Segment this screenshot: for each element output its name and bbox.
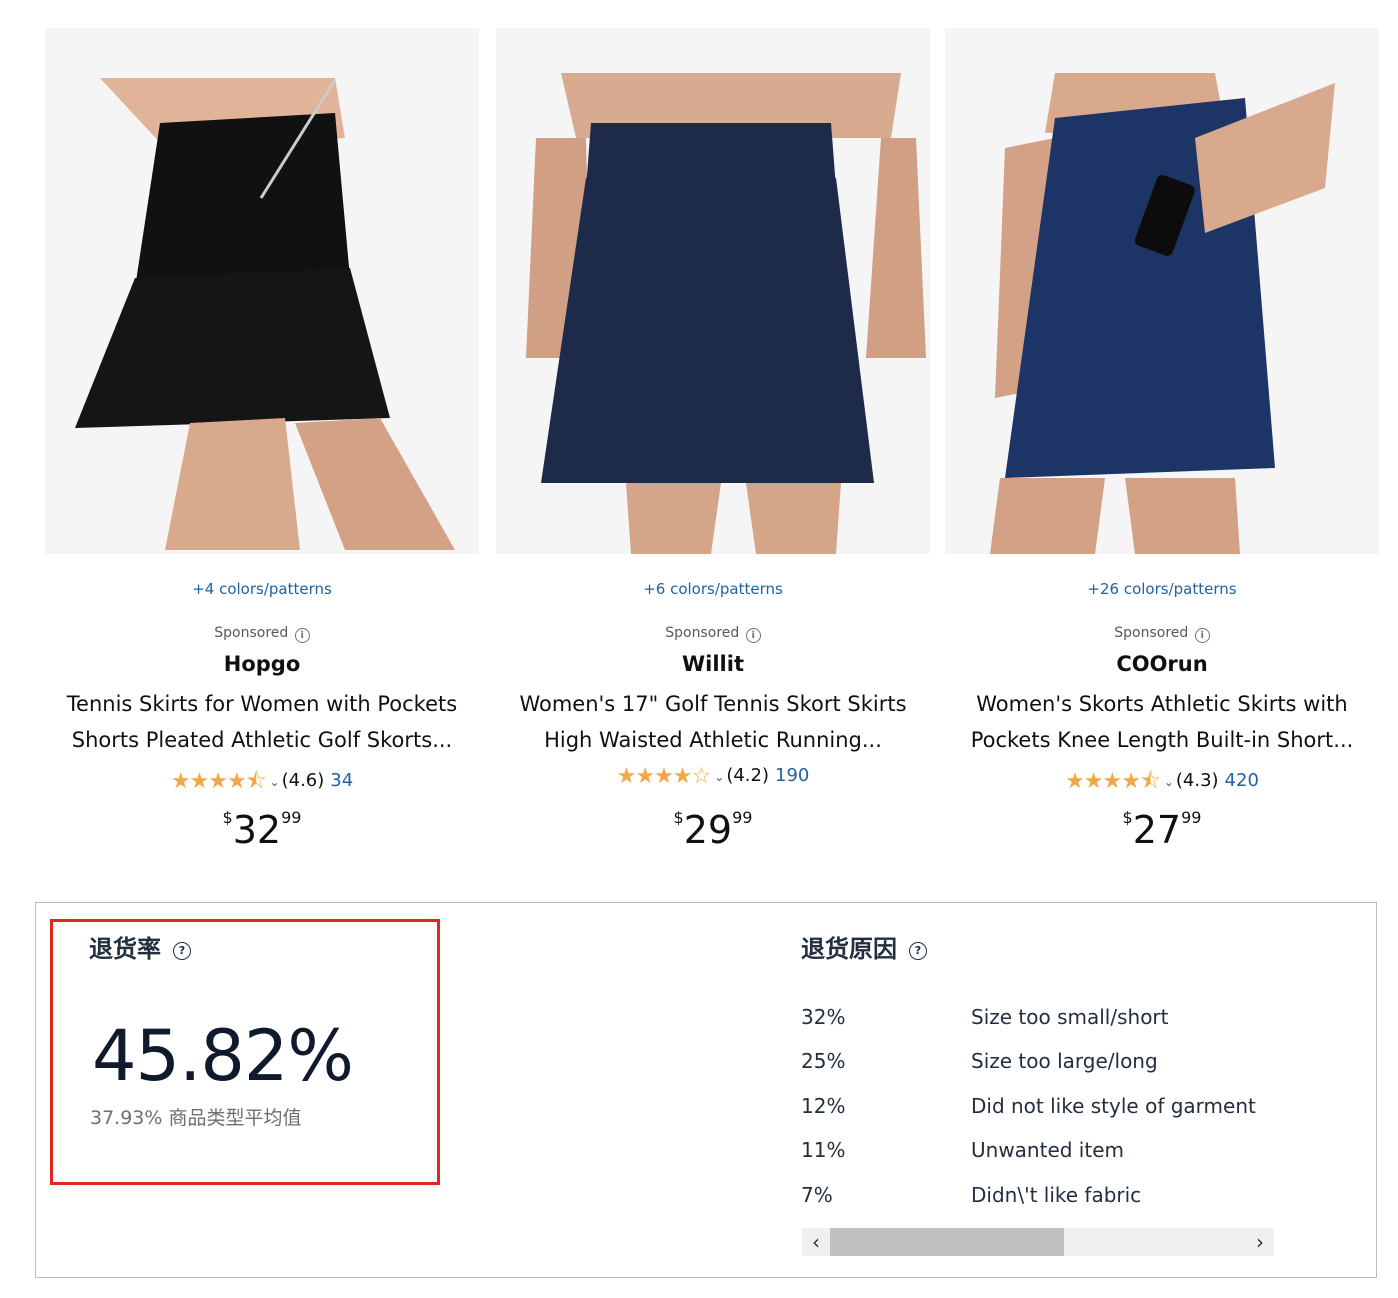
color-options-link[interactable]: +26 colors/patterns [945, 580, 1379, 598]
chevron-down-icon[interactable]: ⌄ [270, 775, 280, 789]
chevron-down-icon[interactable]: ⌄ [714, 770, 724, 784]
return-reasons-title: 退货原因? [801, 929, 927, 964]
return-rate-average: 37.93% 商品类型平均值 [90, 1103, 302, 1130]
price-fraction: 99 [1181, 808, 1202, 827]
product-brand: COOrun [1116, 652, 1208, 676]
price-fraction: 99 [732, 808, 753, 827]
product-card-1[interactable]: +4 colors/patterns Sponsored i Hopgo Ten… [45, 28, 479, 852]
sponsored-label: Sponsored i [496, 625, 930, 643]
product-title[interactable]: Women's Skorts Athletic Skirts with Pock… [953, 686, 1371, 758]
product-rating: ★★★★⯪ ⌄ (4.3) 420 [945, 764, 1379, 802]
product-card-2[interactable]: +6 colors/patterns Sponsored i Willit Wo… [496, 28, 930, 852]
reason-row: 12% Did not like style of garment [801, 1094, 1256, 1118]
product-title[interactable]: Tennis Skirts for Women with Pockets Sho… [53, 686, 471, 758]
price-symbol: $ [1122, 808, 1133, 827]
product-title[interactable]: Women's 17" Golf Tennis Skort Skirts Hig… [504, 686, 922, 758]
reason-percent: 12% [801, 1094, 846, 1118]
reason-text: Size too large/long [971, 1049, 1158, 1073]
return-rate-value: 45.82% [92, 1015, 354, 1097]
question-circle-icon[interactable]: ? [909, 942, 927, 960]
info-icon[interactable]: i [745, 628, 761, 643]
product-image[interactable] [945, 28, 1379, 554]
product-price: $2999 [496, 808, 930, 852]
return-rate-title-text: 退货率 [89, 935, 161, 963]
price-whole: 29 [683, 808, 733, 852]
return-reasons-title-text: 退货原因 [801, 935, 897, 963]
reason-percent: 25% [801, 1049, 846, 1073]
color-options-link[interactable]: +6 colors/patterns [496, 580, 930, 598]
review-count-link[interactable]: 190 [775, 765, 809, 786]
question-circle-icon[interactable]: ? [173, 942, 191, 960]
product-rating: ★★★★⯪ ⌄ (4.6) 34 [45, 764, 479, 802]
skirt-illustration [45, 28, 479, 554]
average-label: 商品类型平均值 [168, 1107, 302, 1129]
price-fraction: 99 [281, 808, 302, 827]
reason-percent: 7% [801, 1183, 833, 1207]
price-symbol: $ [673, 808, 684, 827]
sponsored-label: Sponsored i [945, 625, 1379, 643]
reason-row: 7% Didn\'t like fabric [801, 1183, 1141, 1207]
product-title-line2[interactable]: Shorts Pleated Athletic Golf Skorts... [53, 722, 471, 758]
product-title-line2[interactable]: High Waisted Athletic Running... [504, 722, 922, 758]
star-rating-icon[interactable]: ★★★★☆ [617, 764, 712, 789]
reason-text: Didn\'t like fabric [971, 1183, 1142, 1207]
product-image[interactable] [45, 28, 479, 554]
chevron-down-icon[interactable]: ⌄ [1164, 775, 1174, 789]
reason-row: 11% Unwanted item [801, 1138, 1124, 1162]
reason-text: Size too small/short [971, 1005, 1169, 1029]
skirt-illustration [496, 28, 930, 554]
product-title-line1[interactable]: Tennis Skirts for Women with Pockets [53, 686, 471, 722]
skirt-illustration [945, 28, 1379, 554]
reason-text: Did not like style of garment [971, 1094, 1256, 1118]
reason-row: 32% Size too small/short [801, 1005, 1169, 1029]
horizontal-scrollbar[interactable]: ‹ › [802, 1228, 1274, 1256]
chevron-left-icon[interactable]: ‹ [802, 1228, 830, 1256]
info-icon[interactable]: i [294, 628, 310, 643]
return-stats-panel: 退货率? 45.82% 37.93% 商品类型平均值 退货原因? 32% Size… [35, 902, 1377, 1278]
product-card-3[interactable]: +26 colors/patterns Sponsored i COOrun W… [945, 28, 1379, 852]
price-whole: 27 [1132, 808, 1182, 852]
product-title-line1[interactable]: Women's Skorts Athletic Skirts with [953, 686, 1371, 722]
product-title-line1[interactable]: Women's 17" Golf Tennis Skort Skirts [504, 686, 922, 722]
sponsored-label: Sponsored i [45, 625, 479, 643]
star-rating-icon[interactable]: ★★★★⯪ [1065, 769, 1161, 794]
product-title-line2[interactable]: Pockets Knee Length Built-in Short... [953, 722, 1371, 758]
reason-row: 25% Size too large/long [801, 1049, 1158, 1073]
reason-percent: 11% [801, 1138, 846, 1162]
review-count-link[interactable]: 34 [330, 770, 353, 791]
price-symbol: $ [222, 808, 233, 827]
return-rate-title: 退货率? [89, 929, 191, 964]
scroll-thumb[interactable] [830, 1228, 1064, 1256]
info-icon[interactable]: i [1194, 628, 1210, 643]
product-brand: Willit [682, 652, 744, 676]
product-rating: ★★★★☆ ⌄ (4.2) 190 [496, 764, 930, 789]
rating-value: (4.2) [726, 765, 769, 786]
product-brand: Hopgo [223, 652, 301, 676]
rating-value: (4.3) [1175, 770, 1219, 791]
product-price: $3299 [45, 808, 479, 852]
product-image[interactable] [496, 28, 930, 554]
reason-percent: 32% [801, 1005, 846, 1029]
color-options-link[interactable]: +4 colors/patterns [45, 580, 479, 598]
review-count-link[interactable]: 420 [1225, 770, 1259, 791]
star-rating-icon[interactable]: ★★★★⯪ [171, 769, 267, 794]
chevron-right-icon[interactable]: › [1246, 1228, 1274, 1256]
average-value: 37.93% [90, 1107, 163, 1129]
reason-text: Unwanted item [971, 1138, 1124, 1162]
price-whole: 32 [232, 808, 282, 852]
product-price: $2799 [945, 808, 1379, 852]
rating-value: (4.6) [281, 770, 325, 791]
